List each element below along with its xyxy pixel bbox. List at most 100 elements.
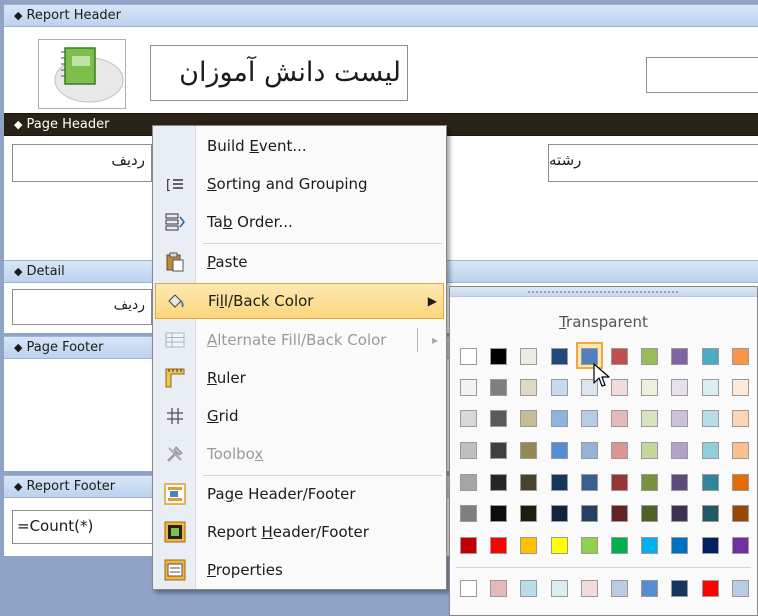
color-swatch[interactable] (490, 348, 508, 365)
color-swatch[interactable] (731, 379, 749, 396)
recent-color-swatch[interactable] (490, 580, 508, 597)
color-swatch[interactable] (731, 348, 749, 365)
color-swatch[interactable] (550, 379, 568, 396)
color-swatch[interactable] (460, 537, 477, 554)
color-swatch[interactable] (520, 474, 538, 491)
count-textbox[interactable]: =Count(*) (12, 510, 156, 544)
color-swatch[interactable] (550, 537, 568, 554)
color-swatch[interactable] (580, 442, 598, 459)
recent-color-swatch[interactable] (731, 580, 749, 597)
color-swatch[interactable] (641, 505, 659, 522)
color-swatch[interactable] (731, 505, 749, 522)
menu-item-paste[interactable]: Paste (155, 244, 444, 280)
color-swatch[interactable] (731, 442, 749, 459)
color-swatch[interactable] (701, 442, 719, 459)
menu-item-properties[interactable]: Properties (155, 552, 444, 588)
color-swatch[interactable] (701, 537, 719, 554)
menu-item-build-event[interactable]: Build Event... (155, 128, 444, 164)
recent-color-swatch[interactable] (550, 580, 568, 597)
color-swatch[interactable] (520, 410, 538, 427)
menu-item-ruler[interactable]: Ruler (155, 360, 444, 396)
color-swatch[interactable] (671, 410, 689, 427)
color-swatch[interactable] (520, 379, 538, 396)
header-row-label[interactable]: ردیف (12, 144, 152, 182)
menu-item-fill-back-color[interactable]: Fill/Back Color ▶ (155, 283, 444, 319)
report-logo-image[interactable] (38, 39, 126, 109)
color-swatch[interactable] (490, 474, 508, 491)
color-swatch[interactable] (460, 410, 477, 427)
color-swatch[interactable] (641, 379, 659, 396)
color-swatch[interactable] (671, 442, 689, 459)
color-swatch[interactable] (731, 474, 749, 491)
recent-color-swatch[interactable] (641, 580, 659, 597)
color-swatch[interactable] (520, 348, 538, 365)
recent-color-swatch[interactable] (671, 580, 689, 597)
detail-row-textbox[interactable]: ردیف (12, 289, 152, 325)
menu-item-sorting-grouping[interactable]: [ Sorting and Grouping (155, 166, 444, 202)
color-swatch[interactable] (701, 505, 719, 522)
color-swatch[interactable] (731, 410, 749, 427)
color-swatch[interactable] (520, 442, 538, 459)
color-swatch[interactable] (520, 537, 538, 554)
color-swatch[interactable] (641, 474, 659, 491)
report-header-section[interactable]: لیست دانش آموزان (4, 27, 758, 113)
recent-color-swatch[interactable] (460, 580, 477, 597)
palette-drag-handle[interactable] (450, 287, 757, 297)
color-swatch[interactable] (490, 379, 508, 396)
color-swatch[interactable] (460, 379, 477, 396)
color-swatch[interactable] (611, 442, 628, 459)
color-swatch[interactable] (550, 410, 568, 427)
color-swatch[interactable] (671, 348, 689, 365)
color-swatch[interactable] (671, 505, 689, 522)
color-swatch[interactable] (580, 474, 598, 491)
menu-item-grid[interactable]: Grid (155, 398, 444, 434)
color-swatch[interactable] (701, 410, 719, 427)
color-swatch[interactable] (641, 410, 659, 427)
menu-item-report-header-footer[interactable]: Report Header/Footer (155, 514, 444, 550)
color-swatch[interactable] (460, 348, 477, 365)
color-swatch[interactable] (641, 348, 659, 365)
color-swatch[interactable] (550, 348, 568, 365)
color-swatch[interactable] (580, 505, 598, 522)
color-swatch[interactable] (460, 442, 477, 459)
menu-item-tab-order[interactable]: Tab Order... (155, 204, 444, 240)
header-major-label[interactable]: رشته (548, 144, 758, 182)
color-swatch[interactable] (550, 474, 568, 491)
color-swatch[interactable] (611, 410, 628, 427)
color-swatch[interactable] (580, 537, 598, 554)
color-swatch[interactable] (460, 505, 477, 522)
color-swatch[interactable] (671, 379, 689, 396)
color-swatch[interactable] (490, 505, 508, 522)
recent-color-swatch[interactable] (701, 580, 719, 597)
color-swatch[interactable] (460, 474, 477, 491)
color-swatch[interactable] (671, 474, 689, 491)
menu-item-toolbox[interactable]: Toolbox (155, 436, 444, 472)
color-swatch[interactable] (520, 505, 538, 522)
color-swatch[interactable] (641, 537, 659, 554)
color-swatch[interactable] (701, 474, 719, 491)
menu-item-page-header-footer[interactable]: Page Header/Footer (155, 476, 444, 512)
report-header-label: Report Header (26, 8, 122, 23)
recent-color-swatch[interactable] (611, 580, 628, 597)
color-swatch[interactable] (490, 537, 508, 554)
color-swatch[interactable] (550, 442, 568, 459)
color-swatch[interactable] (731, 537, 749, 554)
transparent-option[interactable]: Transparent (450, 313, 757, 331)
color-swatch[interactable] (550, 505, 568, 522)
report-header-textbox[interactable] (646, 57, 758, 93)
color-swatch[interactable] (611, 505, 628, 522)
color-swatch[interactable] (490, 442, 508, 459)
color-swatch[interactable] (701, 348, 719, 365)
color-swatch[interactable] (701, 379, 719, 396)
color-swatch[interactable] (671, 537, 689, 554)
report-title-label[interactable]: لیست دانش آموزان (150, 45, 408, 101)
color-swatch[interactable] (611, 537, 628, 554)
color-swatch[interactable] (490, 410, 508, 427)
color-swatch[interactable] (641, 442, 659, 459)
report-header-band[interactable]: ◆ Report Header (4, 4, 758, 27)
recent-color-swatch[interactable] (580, 580, 598, 597)
color-swatch[interactable] (611, 474, 628, 491)
color-swatch[interactable] (580, 410, 598, 427)
menu-item-alternate-fill[interactable]: Alternate Fill/Back Color ▸ (155, 322, 444, 358)
recent-color-swatch[interactable] (520, 580, 538, 597)
